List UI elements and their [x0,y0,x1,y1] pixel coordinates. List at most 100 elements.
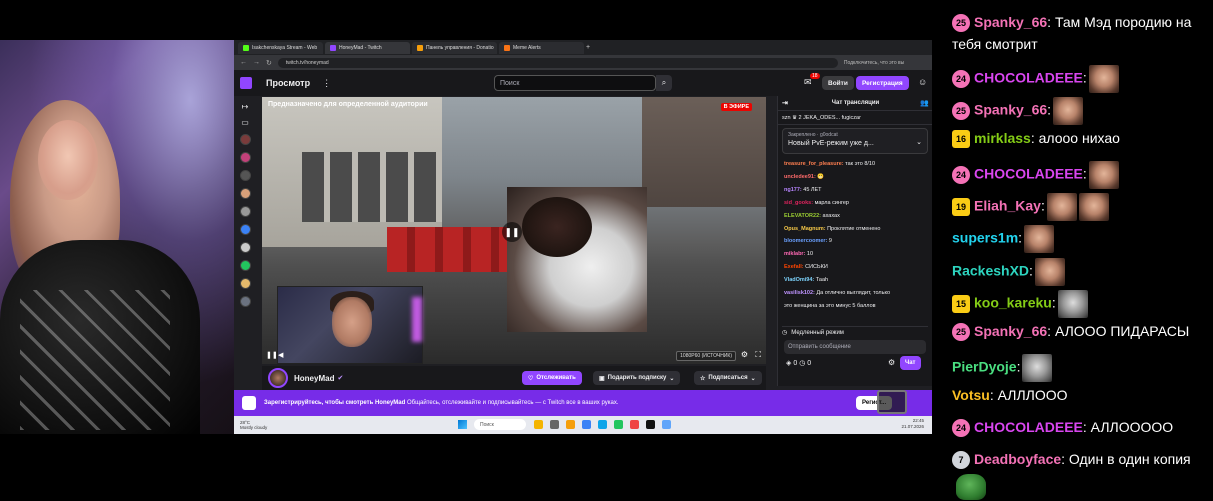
chat-username[interactable]: ng177: [784,187,802,193]
collapse-chat-icon[interactable]: ⇥ [782,99,788,107]
app-icon[interactable] [566,420,575,429]
system-clock[interactable]: 22:45 21.07.2026 [901,418,924,430]
expand-sidebar-icon[interactable]: ↦ [242,102,249,111]
subscriber-badge-icon: 15 [952,295,970,313]
profile-prompt[interactable]: Подключитесь, что это вы [844,60,904,66]
fullscreen-icon[interactable]: ⛶ [755,350,761,360]
gift-sub-button[interactable]: ▣ Подарить подписку ⌄ [593,371,681,385]
forward-icon[interactable]: → [253,59,260,66]
camera-icon[interactable]: ▭ [241,118,249,127]
pinned-message[interactable]: Закреплено · g0odcat Новый PvE-режим уже… [782,128,928,154]
volume-icon[interactable]: ◀ [278,351,283,359]
chat-username[interactable]: Opus_Magnum: [784,226,826,232]
overlay-chat-username: Deadboyface [974,451,1062,467]
overlay-chat-text: : АЛЛЛООО [989,387,1068,403]
app-icon[interactable] [582,420,591,429]
live-badge: В ЭФИРЕ [720,103,752,111]
chat-username[interactable]: vasilisk102: [784,290,815,296]
chat-text: Таah [814,277,829,284]
overlay-chat-message: 15 koo_kareku: [952,290,1088,318]
browser-tab[interactable]: Панель управления - Donatio [412,41,497,54]
channel-points[interactable]: ◈ 0 ◷ 0 [786,359,811,367]
follow-button[interactable]: ♡ Отслеживать [522,371,582,385]
url-input[interactable]: twitch.tv/honeymad [277,57,838,68]
taskbar-search[interactable]: Поиск [474,419,526,430]
streamer-webcam [0,40,234,434]
overlay-chat-username: PierDyoje [952,358,1017,375]
app-icon[interactable] [598,420,607,429]
chat-settings-icon[interactable]: ⚙ [888,358,895,367]
community-icon[interactable]: 👥 [920,99,929,107]
chat-username[interactable]: uncledee91: [784,174,816,180]
twitch-logo-icon[interactable] [240,77,252,89]
browser-tab[interactable]: Isakchenskaya Stream - Web [238,41,323,54]
subscriber-badge-icon: 7 [952,451,970,470]
chat-message-list: treasure_for_pleasure: так это 8/10 uncle… [784,158,930,313]
chat-username[interactable]: ELEVATOR22: [784,213,821,219]
chat-username[interactable]: bloomercoomer: [784,238,827,244]
emote-icon [1053,97,1084,125]
channel-avatar[interactable] [239,152,251,163]
reload-icon[interactable]: ↻ [266,59,272,67]
channel-avatar[interactable] [239,296,251,307]
audience-warning[interactable]: Предназначено для определенной аудитории [268,101,428,108]
app-icon[interactable] [662,420,671,429]
more-menu-icon[interactable]: ⋮ [322,78,331,89]
overlay-chat-message: 7 Deadboyface: Один в один копия [952,450,1191,470]
browser-tab[interactable]: HoneyMad - Twitch [325,41,410,54]
app-icon[interactable] [646,420,655,429]
channel-name[interactable]: HoneyMad [294,374,334,383]
play-pause-icon[interactable]: ❚❚ [266,351,278,359]
windows-start-icon[interactable] [458,420,467,429]
video-player[interactable]: Предназначено для определенной аудитории… [262,97,766,364]
pause-icon[interactable]: ❚❚ [502,222,522,242]
app-icon[interactable] [630,420,639,429]
login-button[interactable]: Войти [822,76,854,90]
chevron-down-icon[interactable]: ⌄ [916,138,922,146]
gift-leaderboard[interactable]: szn ♛ 2 JEKA_ODES... fugiczar [778,111,932,125]
browse-link[interactable]: Просмотр [266,78,310,88]
overlay-chat-username: Votsu [952,387,990,403]
chat-username[interactable]: sid_gooks: [784,200,813,206]
channel-avatar[interactable] [239,242,251,253]
back-icon[interactable]: ← [240,59,247,66]
settings-gear-icon[interactable]: ⚙ [741,350,748,359]
subscribe-button[interactable]: ☆ Подписаться ⌄ [694,371,762,385]
signup-button[interactable]: Регистрация [856,76,909,90]
chat-username[interactable]: miklabr: [784,251,805,257]
subscriber-badge-icon: 25 [952,14,970,33]
search-input[interactable]: Поиск [494,75,656,91]
subscriber-badge-icon: 25 [952,323,970,342]
channel-avatar[interactable] [239,260,251,271]
channel-avatar[interactable] [239,170,251,181]
channel-avatar[interactable] [239,206,251,217]
channel-avatar[interactable] [239,278,251,289]
chat-input[interactable]: Отправить сообщение [784,340,926,354]
channel-avatar[interactable] [239,188,251,199]
overlay-chat-message: 25 Spanky_66: Там Мэд породию на тебя смот… [952,13,1191,54]
new-tab-icon[interactable]: + [586,44,590,51]
channel-avatar[interactable] [268,368,288,388]
browser-tab[interactable]: Meme Alerts [499,41,584,54]
overlay-chat-text: : [1018,229,1023,246]
picture-in-picture-icon[interactable] [877,390,907,414]
user-menu-icon[interactable]: ☺ [918,77,927,87]
app-icon[interactable] [534,420,543,429]
overlay-chat-message: Votsu: АЛЛЛООО [952,386,1068,405]
kick-icon [243,44,249,51]
search-icon[interactable]: ⌕ [656,75,672,91]
channel-avatar[interactable] [239,224,251,235]
chat-send-button[interactable]: Чат [900,356,921,370]
app-icon[interactable] [550,420,559,429]
browser-window: Isakchenskaya Stream - Web HoneyMad - Tw… [234,40,932,434]
chat-username[interactable]: treasure_for_pleasure: [784,161,844,167]
chat-username[interactable]: Exefall: [784,264,804,270]
app-icon[interactable] [614,420,623,429]
inbox-icon[interactable]: ✉ [804,77,812,88]
overlay-chat-username: Spanky_66 [974,14,1048,30]
overlay-chat-username: CHOCOLADEEE [974,419,1083,435]
overlay-chat-message: 24 CHOCOLADEEE: АЛЛООООО [952,418,1173,438]
chat-username[interactable]: VladOmi94: [784,277,814,283]
channel-avatar[interactable] [239,134,251,145]
weather-widget[interactable]: 28°C Mostly cloudy [240,420,267,430]
